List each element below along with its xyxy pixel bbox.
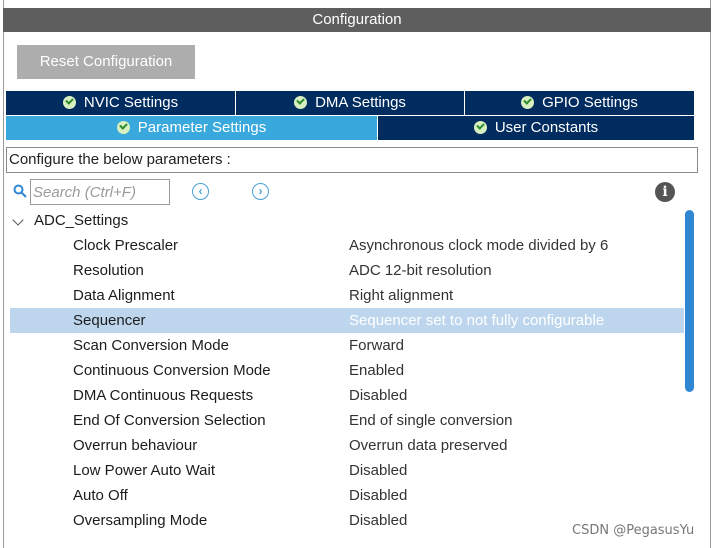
param-row[interactable]: Resolution ADC 12-bit resolution [10, 258, 684, 283]
param-value: Right alignment [349, 287, 454, 304]
param-name: Auto Off [73, 487, 128, 504]
check-circle-icon [473, 121, 487, 134]
param-row[interactable]: Data Alignment Right alignment [10, 283, 684, 308]
param-value: Disabled [349, 487, 408, 504]
param-name: Low Power Auto Wait [73, 462, 216, 479]
param-name: Overrun behaviour [73, 437, 198, 454]
tab-label: GPIO Settings [542, 94, 638, 111]
reset-configuration-button[interactable]: Reset Configuration [17, 45, 195, 79]
param-value: Forward [349, 337, 405, 354]
param-name: Resolution [73, 262, 144, 279]
param-value: End of single conversion [349, 412, 513, 429]
param-value: Asynchronous clock mode divided by 6 [349, 237, 609, 254]
param-value: Disabled [349, 512, 408, 529]
watermark: CSDN @PegasusYu [572, 523, 695, 538]
param-name: Scan Conversion Mode [73, 337, 229, 354]
group-label: ADC_Settings [34, 212, 129, 229]
search-input[interactable] [30, 179, 170, 205]
param-row[interactable]: Continuous Conversion Mode Enabled [10, 358, 684, 383]
tab-label: User Constants [494, 119, 599, 136]
chevron-down-icon[interactable] [12, 214, 24, 226]
param-value: Disabled [349, 462, 408, 479]
tab-gpio-settings[interactable]: GPIO Settings [465, 91, 694, 115]
param-row[interactable]: Scan Conversion Mode Forward [10, 333, 684, 358]
tab-parameter-settings[interactable]: Parameter Settings [6, 116, 377, 140]
check-circle-icon [521, 96, 535, 109]
tab-label: NVIC Settings [83, 94, 179, 111]
param-value: Overrun data preserved [349, 437, 508, 454]
param-name: End Of Conversion Selection [73, 412, 266, 429]
param-row[interactable]: Clock Prescaler Asynchronous clock mode d… [10, 233, 684, 258]
param-row-selected[interactable]: Sequencer Sequencer set to not fully conf… [10, 308, 684, 333]
param-name: Clock Prescaler [73, 237, 179, 254]
tab-label: Parameter Settings [137, 119, 267, 136]
param-row[interactable]: End Of Conversion Selection End of single… [10, 408, 684, 433]
param-row[interactable]: Low Power Auto Wait Disabled [10, 458, 684, 483]
param-value: ADC 12-bit resolution [349, 262, 492, 279]
info-icon[interactable]: i [655, 182, 675, 202]
param-value: Enabled [349, 362, 405, 379]
next-result-button[interactable]: › [252, 183, 269, 200]
tree-group-adc-settings[interactable]: ADC_Settings [10, 208, 684, 233]
check-circle-icon [116, 121, 130, 134]
param-value: Disabled [349, 387, 408, 404]
search-icon [13, 184, 27, 198]
param-value: Sequencer set to not fully configurable [349, 312, 605, 329]
tab-label: DMA Settings [315, 94, 406, 111]
vertical-scrollbar-thumb[interactable] [685, 210, 694, 392]
tab-user-constants[interactable]: User Constants [378, 116, 694, 140]
param-name: Sequencer [73, 312, 146, 329]
param-row[interactable]: Auto Off Disabled [10, 483, 684, 508]
param-row[interactable]: Overrun behaviour Overrun data preserved [10, 433, 684, 458]
parameters-description: Configure the below parameters : [6, 147, 698, 173]
param-name: Data Alignment [73, 287, 175, 304]
param-row[interactable]: DMA Continuous Requests Disabled [10, 383, 684, 408]
tab-dma-settings[interactable]: DMA Settings [236, 91, 464, 115]
check-circle-icon [294, 96, 308, 109]
parameter-tree: ADC_Settings Clock Prescaler Asynchronous… [10, 208, 684, 533]
tab-nvic-settings[interactable]: NVIC Settings [6, 91, 235, 115]
param-name: DMA Continuous Requests [73, 387, 254, 404]
panel-title: Configuration [3, 8, 711, 32]
previous-result-button[interactable]: ‹ [192, 183, 209, 200]
param-name: Continuous Conversion Mode [73, 362, 271, 379]
check-circle-icon [62, 96, 76, 109]
param-name: Oversampling Mode [73, 512, 208, 529]
